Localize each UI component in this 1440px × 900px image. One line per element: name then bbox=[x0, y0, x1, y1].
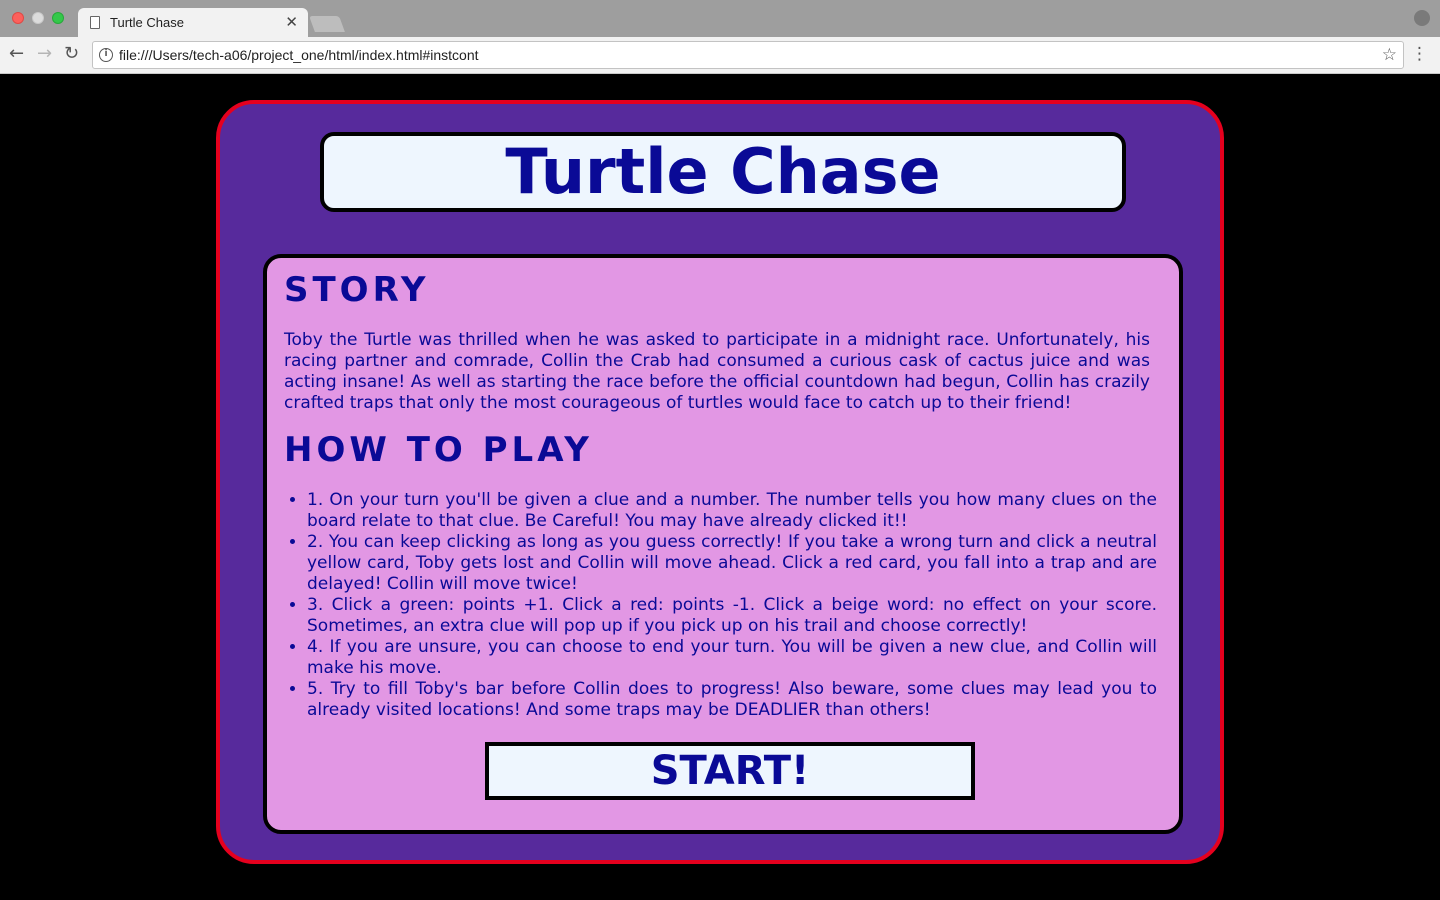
reload-icon[interactable]: ↻ bbox=[64, 43, 79, 64]
new-tab-button[interactable] bbox=[309, 16, 345, 32]
browser-toolbar: ← → ↻ i file:///Users/tech-a06/project_o… bbox=[0, 37, 1440, 74]
forward-icon[interactable]: → bbox=[37, 43, 52, 64]
maximize-window-button[interactable] bbox=[52, 12, 64, 24]
story-heading: STORY bbox=[284, 270, 430, 310]
close-window-button[interactable] bbox=[12, 12, 24, 24]
rule-item: 4. If you are unsure, you can choose to … bbox=[307, 637, 1157, 679]
start-button[interactable]: START! bbox=[485, 742, 975, 800]
start-button-label: START! bbox=[650, 748, 810, 794]
page-title: Turtle Chase bbox=[505, 135, 941, 208]
profile-icon[interactable] bbox=[1414, 10, 1430, 26]
address-bar[interactable]: i file:///Users/tech-a06/project_one/htm… bbox=[92, 41, 1404, 69]
browser-menu-icon[interactable]: ⋮ bbox=[1411, 44, 1428, 64]
back-icon[interactable]: ← bbox=[9, 43, 24, 64]
url-text[interactable]: file:///Users/tech-a06/project_one/html/… bbox=[119, 47, 479, 63]
rule-item: 3. Click a green: points +1. Click a red… bbox=[307, 595, 1157, 637]
page-icon bbox=[90, 16, 100, 29]
rule-item: 2. You can keep clicking as long as you … bbox=[307, 532, 1157, 595]
rules-list: 1. On your turn you'll be given a clue a… bbox=[307, 490, 1157, 721]
minimize-window-button[interactable] bbox=[32, 12, 44, 24]
instructions-panel: STORY Toby the Turtle was thrilled when … bbox=[263, 254, 1183, 834]
bookmark-star-icon[interactable]: ☆ bbox=[1382, 45, 1397, 65]
tab-close-icon[interactable]: ✕ bbox=[285, 13, 298, 31]
info-icon[interactable]: i bbox=[99, 48, 113, 62]
story-text: Toby the Turtle was thrilled when he was… bbox=[284, 330, 1150, 413]
how-to-play-heading: HOW TO PLAY bbox=[284, 430, 593, 470]
tab-title: Turtle Chase bbox=[110, 15, 184, 30]
rule-item: 1. On your turn you'll be given a clue a… bbox=[307, 490, 1157, 532]
browser-tab[interactable]: Turtle Chase ✕ bbox=[78, 8, 308, 37]
game-container: Turtle Chase STORY Toby the Turtle was t… bbox=[216, 100, 1224, 864]
title-banner: Turtle Chase bbox=[320, 132, 1126, 212]
browser-titlebar: Turtle Chase ✕ bbox=[0, 0, 1440, 37]
rule-item: 5. Try to fill Toby's bar before Collin … bbox=[307, 679, 1157, 721]
